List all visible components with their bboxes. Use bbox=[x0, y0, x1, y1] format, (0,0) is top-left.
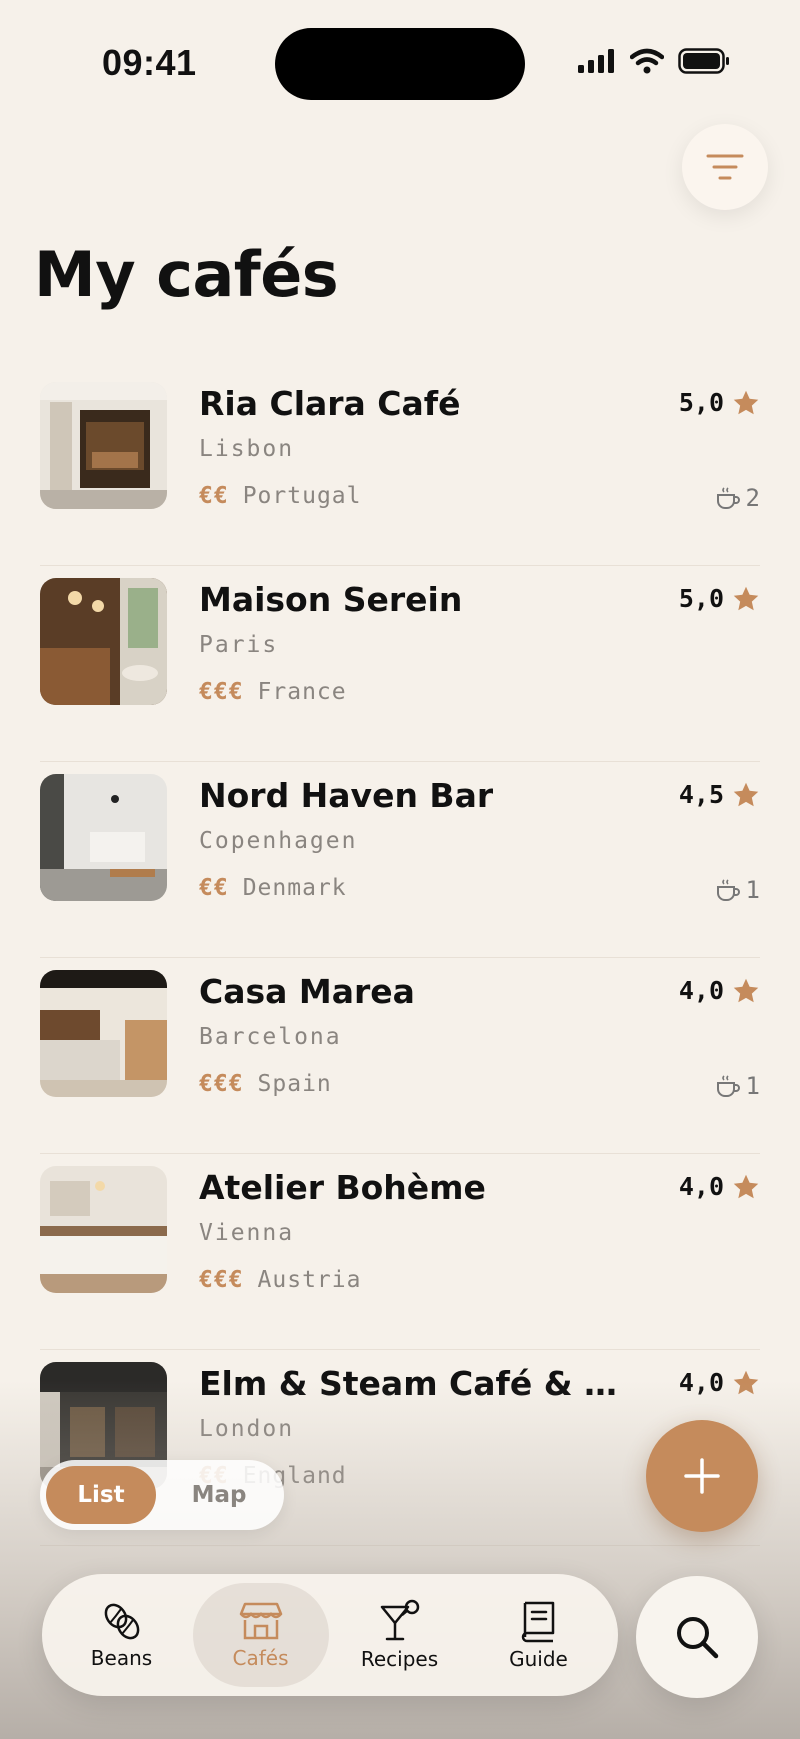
tab-label: Beans bbox=[90, 1646, 153, 1670]
cafe-name: Elm & Steam Café & Bake… bbox=[199, 1364, 639, 1403]
cafe-row-ria-clara[interactable]: Ria Clara Café Lisbon €€ Portugal 5,0 2 bbox=[40, 370, 760, 566]
cafe-photo bbox=[40, 970, 167, 1097]
tab-cafes[interactable]: Cafés bbox=[192, 1583, 329, 1687]
cafe-price: €€€ bbox=[199, 1071, 244, 1097]
cafe-city: London bbox=[199, 1416, 295, 1442]
cafe-storefront-icon bbox=[239, 1602, 282, 1640]
cups-count: 1 bbox=[745, 876, 760, 904]
book-icon bbox=[521, 1601, 554, 1643]
tab-label: Cafés bbox=[232, 1646, 289, 1670]
tab-label: Guide bbox=[509, 1647, 568, 1671]
rating-value: 4,0 bbox=[678, 1368, 724, 1397]
cafe-list: Ria Clara Café Lisbon €€ Portugal 5,0 2 bbox=[0, 370, 800, 1546]
cafe-country: Denmark bbox=[242, 875, 347, 901]
status-bar: 09:41 bbox=[0, 0, 800, 130]
cafe-city: Copenhagen bbox=[199, 828, 358, 854]
search-button[interactable] bbox=[636, 1576, 758, 1698]
rating-value: 5,0 bbox=[678, 388, 724, 417]
cellular-signal-icon bbox=[578, 49, 614, 73]
battery-icon bbox=[678, 48, 729, 74]
star-icon bbox=[733, 1174, 759, 1198]
cafe-name: Casa Marea bbox=[199, 972, 415, 1011]
coffee-cup-icon bbox=[716, 879, 740, 901]
star-icon bbox=[733, 978, 759, 1002]
star-icon bbox=[733, 1370, 759, 1394]
coffee-cup-icon bbox=[716, 487, 740, 509]
cafe-country: Portugal bbox=[242, 483, 362, 509]
status-time: 09:41 bbox=[102, 42, 197, 83]
cafe-country: Austria bbox=[257, 1267, 362, 1293]
cafe-rating: 5,0 bbox=[679, 584, 760, 613]
view-toggle: List Map bbox=[40, 1460, 284, 1530]
plus-icon bbox=[684, 1458, 720, 1494]
wifi-icon bbox=[630, 48, 664, 74]
cup-count: 1 bbox=[714, 876, 760, 904]
tab-beans[interactable]: Beans bbox=[54, 1583, 190, 1687]
page-title: My cafés bbox=[34, 238, 339, 311]
cafe-name: Atelier Bohème bbox=[199, 1168, 486, 1207]
tab-bar: Beans Cafés Recipes Guide bbox=[42, 1574, 618, 1696]
star-icon bbox=[733, 586, 759, 610]
cafe-country: Spain bbox=[257, 1071, 332, 1097]
tab-guide[interactable]: Guide bbox=[471, 1583, 607, 1687]
cafe-city: Barcelona bbox=[199, 1024, 342, 1050]
cafe-price: €€€ bbox=[199, 1267, 244, 1293]
cafe-row-atelier-boheme[interactable]: Atelier Bohème Vienna €€€ Austria 4,0 bbox=[40, 1154, 760, 1350]
cafe-rating: 5,0 bbox=[679, 388, 760, 417]
cups-count: 1 bbox=[745, 1072, 760, 1100]
cafe-rating: 4,0 bbox=[679, 1172, 760, 1201]
list-view-button[interactable]: List bbox=[46, 1466, 156, 1524]
add-cafe-button[interactable] bbox=[646, 1420, 758, 1532]
filter-button[interactable] bbox=[682, 124, 768, 210]
cafe-name: Maison Serein bbox=[199, 580, 463, 619]
cafe-photo bbox=[40, 774, 167, 901]
cafe-row-maison-serein[interactable]: Maison Serein Paris €€€ France 5,0 bbox=[40, 566, 760, 762]
cafe-row-nord-haven[interactable]: Nord Haven Bar Copenhagen €€ Denmark 4,5… bbox=[40, 762, 760, 958]
cafe-country: France bbox=[257, 679, 347, 705]
rating-value: 4,0 bbox=[678, 1172, 724, 1201]
cafe-city: Paris bbox=[199, 632, 279, 658]
cafe-price: €€ bbox=[199, 483, 229, 509]
rating-value: 4,5 bbox=[678, 780, 724, 809]
filter-lines-icon bbox=[706, 154, 744, 180]
tab-label: Recipes bbox=[360, 1647, 439, 1671]
search-icon bbox=[677, 1617, 719, 1659]
star-icon bbox=[733, 390, 759, 414]
cafe-name: Nord Haven Bar bbox=[199, 776, 494, 815]
cafe-city: Vienna bbox=[199, 1220, 295, 1246]
map-view-button[interactable]: Map bbox=[164, 1466, 274, 1524]
cups-count: 2 bbox=[745, 484, 760, 512]
rating-value: 5,0 bbox=[678, 584, 724, 613]
tab-recipes[interactable]: Recipes bbox=[332, 1583, 468, 1687]
cafe-row-casa-marea[interactable]: Casa Marea Barcelona €€€ Spain 4,0 1 bbox=[40, 958, 760, 1154]
cafe-name: Ria Clara Café bbox=[199, 384, 461, 423]
beans-icon bbox=[104, 1603, 139, 1640]
cafe-price: €€ bbox=[199, 875, 229, 901]
cup-count: 1 bbox=[714, 1072, 760, 1100]
cafe-photo bbox=[40, 1166, 167, 1293]
cafe-photo bbox=[40, 382, 167, 509]
cafe-rating: 4,0 bbox=[679, 976, 760, 1005]
cup-count: 2 bbox=[714, 484, 760, 512]
coffee-cup-icon bbox=[716, 1075, 740, 1097]
cafe-price: €€€ bbox=[199, 679, 244, 705]
cocktail-glass-icon bbox=[380, 1599, 419, 1641]
cafe-rating: 4,0 bbox=[679, 1368, 760, 1397]
dynamic-island bbox=[275, 28, 525, 100]
cafe-photo bbox=[40, 578, 167, 705]
cafe-city: Lisbon bbox=[199, 436, 295, 462]
status-icons bbox=[578, 48, 730, 74]
rating-value: 4,0 bbox=[678, 976, 724, 1005]
star-icon bbox=[733, 782, 759, 806]
cafe-rating: 4,5 bbox=[679, 780, 760, 809]
